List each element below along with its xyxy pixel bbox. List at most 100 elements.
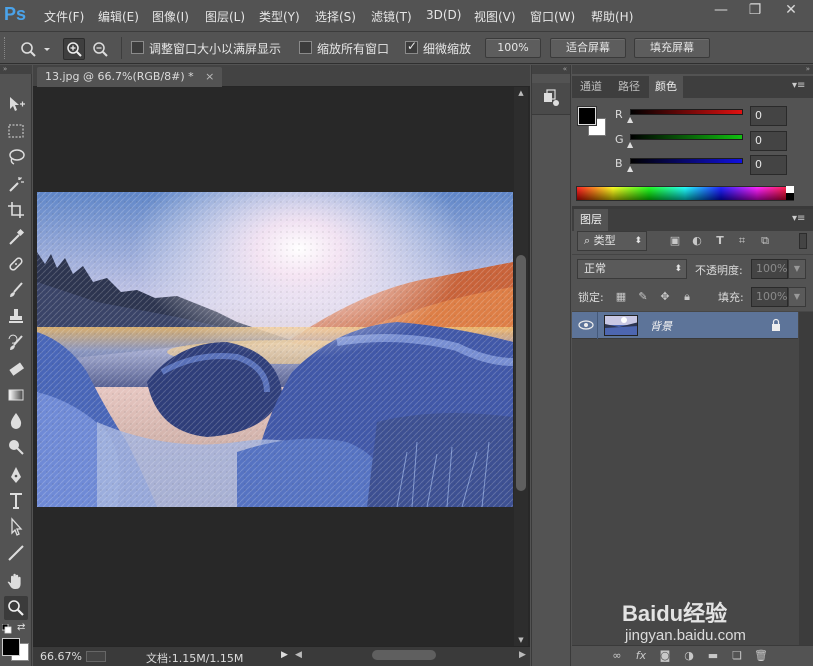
lock-image-pixels-icon[interactable]: ✎: [636, 290, 650, 304]
actual-pixels-button[interactable]: 100%: [485, 38, 541, 58]
crop-tool-icon[interactable]: [4, 198, 28, 222]
healing-brush-tool-icon[interactable]: [4, 252, 28, 276]
layer-name[interactable]: 背景: [650, 318, 672, 334]
fill-input[interactable]: 100%: [751, 287, 788, 307]
tab-color[interactable]: 颜色: [649, 76, 683, 98]
tab-channels[interactable]: 通道: [574, 76, 608, 98]
lock-position-icon[interactable]: ✥: [658, 290, 672, 304]
zoom-tool-preset[interactable]: [16, 38, 52, 60]
filter-toggle-switch[interactable]: [799, 233, 807, 249]
clone-stamp-tool-icon[interactable]: [4, 305, 28, 329]
eraser-tool-icon[interactable]: [4, 357, 28, 381]
brush-tool-icon[interactable]: [4, 278, 28, 302]
dock-panel-button[interactable]: [532, 83, 570, 115]
status-menu-arrow-icon[interactable]: ▶: [281, 650, 288, 660]
tools-collapse-icon[interactable]: »: [0, 65, 32, 74]
vertical-scroll-thumb[interactable]: [516, 255, 526, 491]
tab-layers[interactable]: 图层: [574, 209, 608, 231]
foreground-color-swatch[interactable]: [2, 638, 20, 656]
menu-window[interactable]: 窗口(W): [530, 8, 575, 26]
minimize-button[interactable]: —: [706, 0, 736, 20]
scroll-up-icon[interactable]: ▲: [516, 89, 526, 97]
filter-smart-object-icon[interactable]: ⧉: [758, 234, 772, 248]
layers-panel-menu-icon[interactable]: ▾≡: [792, 213, 810, 225]
close-button[interactable]: ✕: [776, 0, 806, 20]
marquee-tool-icon[interactable]: [4, 119, 28, 143]
gradient-tool-icon[interactable]: [4, 383, 28, 407]
menu-file[interactable]: 文件(F): [44, 8, 84, 26]
options-grip[interactable]: [4, 37, 8, 59]
menu-help[interactable]: 帮助(H): [591, 8, 633, 26]
filter-shape-icon[interactable]: ⌗: [735, 234, 749, 248]
channel-b-input[interactable]: 0: [750, 155, 787, 175]
channel-g-slider-thumb-icon[interactable]: ▲: [627, 140, 633, 149]
opacity-input[interactable]: 100%: [751, 259, 788, 279]
document-tab-close-icon[interactable]: ×: [205, 70, 214, 83]
menu-layer[interactable]: 图层(L): [205, 8, 245, 26]
add-mask-icon[interactable]: ◙: [658, 649, 672, 663]
fill-dropdown-arrow-icon[interactable]: ▼: [788, 287, 806, 307]
blur-tool-icon[interactable]: [4, 409, 28, 433]
path-selection-tool-icon[interactable]: [4, 515, 28, 539]
layer-visibility-eye-icon[interactable]: [578, 318, 594, 332]
fill-screen-button[interactable]: 填充屏幕: [634, 38, 710, 58]
opacity-dropdown-arrow-icon[interactable]: ▼: [788, 259, 806, 279]
zoom-in-button[interactable]: [63, 38, 85, 60]
menu-select[interactable]: 选择(S): [315, 8, 356, 26]
dodge-tool-icon[interactable]: [4, 435, 28, 459]
scroll-right-icon[interactable]: ▶: [519, 650, 526, 660]
delete-layer-icon[interactable]: 🗑︎: [754, 649, 768, 663]
scroll-down-icon[interactable]: ▼: [516, 636, 526, 644]
magic-wand-tool-icon[interactable]: [4, 172, 28, 196]
link-layers-icon[interactable]: ∞: [610, 649, 624, 663]
color-panel-menu-icon[interactable]: ▾≡: [792, 80, 810, 92]
spectrum-black-chip[interactable]: [786, 193, 794, 200]
new-layer-icon[interactable]: ❏: [730, 649, 744, 663]
default-colors-icon[interactable]: [1, 623, 12, 634]
panels-collapse-icon[interactable]: »: [572, 65, 813, 74]
zoom-out-button[interactable]: [90, 39, 112, 61]
menu-view[interactable]: 视图(V): [474, 8, 516, 26]
scroll-left-icon[interactable]: ◀: [295, 650, 302, 660]
layers-scrollbar[interactable]: [799, 312, 813, 645]
resize-windows-checkbox[interactable]: [131, 41, 144, 54]
layer-style-fx-icon[interactable]: fx: [634, 649, 648, 663]
color-panel-foreground-swatch[interactable]: [577, 106, 597, 126]
filter-pixel-icon[interactable]: ▣: [668, 234, 682, 248]
status-preview-icon[interactable]: [86, 651, 106, 662]
lock-transparent-pixels-icon[interactable]: ▦: [614, 290, 628, 304]
menu-image[interactable]: 图像(I): [152, 8, 189, 26]
channel-b-slider[interactable]: [630, 158, 743, 164]
tab-paths[interactable]: 路径: [612, 76, 646, 98]
hand-tool-icon[interactable]: [4, 570, 28, 594]
channel-r-slider-thumb-icon[interactable]: ▲: [627, 115, 633, 124]
horizontal-scroll-thumb[interactable]: [372, 650, 436, 660]
menu-type[interactable]: 类型(Y): [259, 8, 300, 26]
lock-all-icon[interactable]: 🔒︎: [680, 290, 694, 304]
channel-b-slider-thumb-icon[interactable]: ▲: [627, 164, 633, 173]
dock-expand-icon[interactable]: «: [532, 65, 570, 74]
pen-tool-icon[interactable]: [4, 463, 28, 487]
scrubby-zoom-checkbox[interactable]: [405, 39, 418, 54]
layer-filter-dropdown[interactable]: ⌕ 类型 ⬍: [577, 231, 647, 251]
document-tab[interactable]: 13.jpg @ 66.7%(RGB/8#) * ×: [37, 67, 223, 87]
eyedropper-tool-icon[interactable]: [4, 225, 28, 249]
image-canvas[interactable]: [37, 192, 513, 507]
menu-edit[interactable]: 编辑(E): [98, 8, 139, 26]
new-group-icon[interactable]: ▬: [706, 649, 720, 663]
zoom-tool-icon[interactable]: [4, 596, 28, 620]
channel-r-slider[interactable]: [630, 109, 743, 115]
channel-g-input[interactable]: 0: [750, 131, 787, 151]
spectrum-white-chip[interactable]: [786, 186, 794, 193]
fit-screen-button[interactable]: 适合屏幕: [550, 38, 626, 58]
layer-row[interactable]: 背景: [572, 312, 798, 339]
menu-3d[interactable]: 3D(D): [426, 8, 461, 26]
channel-g-slider[interactable]: [630, 134, 743, 140]
color-spectrum-bar[interactable]: [576, 186, 794, 201]
type-tool-icon[interactable]: [4, 489, 28, 513]
filter-adjustment-icon[interactable]: ◐: [690, 234, 704, 248]
line-tool-icon[interactable]: [4, 541, 28, 565]
blend-mode-dropdown[interactable]: 正常 ⬍: [577, 259, 687, 279]
history-brush-tool-icon[interactable]: [4, 331, 28, 355]
swap-colors-icon[interactable]: ⇄: [17, 622, 29, 634]
